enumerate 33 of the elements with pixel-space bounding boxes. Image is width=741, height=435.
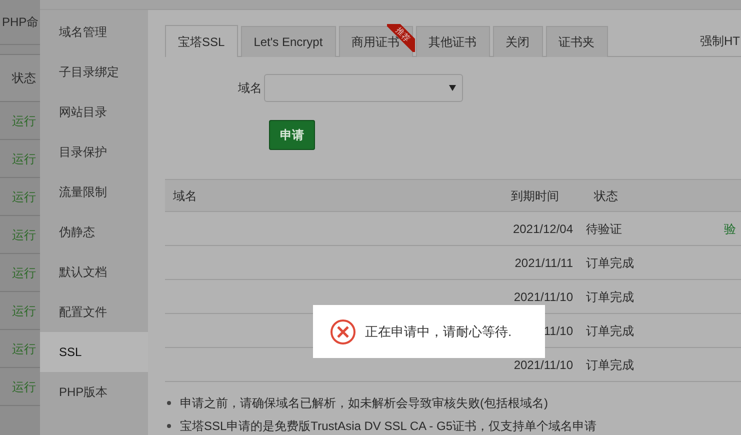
status-cell-text: 订单完成 <box>586 322 635 340</box>
force-https-label: 强制HT <box>700 33 740 50</box>
bullet-icon <box>167 424 171 428</box>
tab[interactable]: 关闭 <box>492 26 543 57</box>
date-cell: 11/10 <box>544 324 573 336</box>
sidebar-item[interactable]: SSL <box>40 332 148 372</box>
column-header: 状态 <box>0 54 40 102</box>
tab[interactable]: Let's Encrypt <box>240 26 336 57</box>
verify-link[interactable]: 验 <box>724 220 736 238</box>
column-header: 状态 <box>594 188 618 204</box>
date-cell: 2021/12/04 <box>512 222 573 234</box>
error-icon <box>330 318 356 344</box>
caret-icon <box>449 85 456 91</box>
column-header: 到期时间 <box>511 188 560 204</box>
column-header: 域名 <box>172 188 198 204</box>
toast-message: 正在申请中，请耐心等待. <box>365 322 512 341</box>
tab[interactable]: 宝塔SSL <box>165 25 238 57</box>
domain-select[interactable] <box>264 74 463 102</box>
tab[interactable]: 证书夹 <box>546 26 608 57</box>
date-cell: 2021/11/10 <box>514 290 573 302</box>
tab[interactable]: 其他证书 <box>416 26 490 57</box>
domain-label: 域名 <box>237 80 263 97</box>
status-cell-text: 待验证 <box>586 220 623 238</box>
date-cell: 2021/11/10 <box>514 358 573 370</box>
status-cell-text: 订单完成 <box>586 356 635 374</box>
bullet-icon <box>167 401 171 405</box>
note-text: 宝塔SSL申请的是免费版TrustAsia DV SSL CA - G5证书，仅支持单个域名申请 <box>180 418 597 435</box>
note-text: 申请之前，请确保域名已解析，如未解析会导致审核失败(包括根域名) <box>180 395 548 412</box>
status-cell-text: 订单完成 <box>586 288 635 306</box>
apply-button[interactable]: 申请 <box>269 120 315 150</box>
status-cell-text: 订单完成 <box>586 254 635 272</box>
tab[interactable]: 商用证书 推荐 <box>338 26 413 57</box>
date-cell: 2021/11/11 <box>514 256 573 268</box>
